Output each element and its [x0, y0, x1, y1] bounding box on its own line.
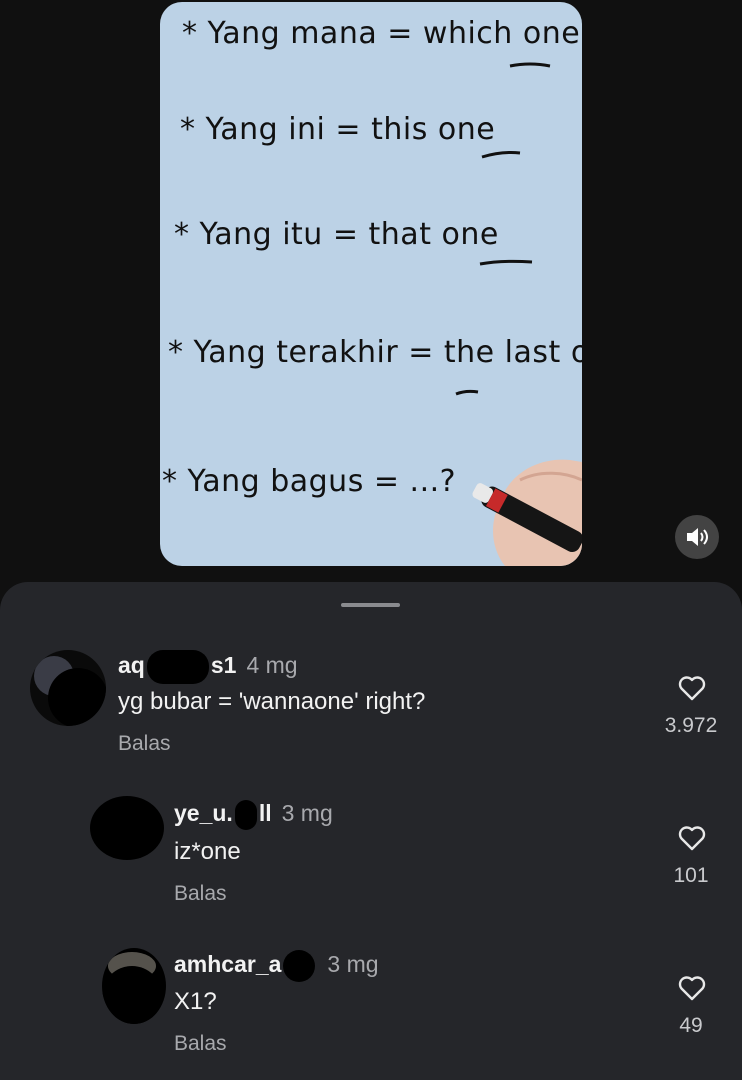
timestamp: 3 mg — [327, 951, 379, 978]
comment-text: yg bubar = 'wannaone' right? — [118, 688, 426, 715]
like-button[interactable] — [674, 820, 710, 856]
comment-item: amhcar_a 3 mg X1? Balas 49 — [0, 942, 742, 1062]
like-count: 49 — [679, 1014, 703, 1037]
video-player[interactable]: * Yang mana = which one? * Yang ini = th… — [0, 0, 742, 600]
timestamp: 3 mg — [281, 800, 333, 827]
avatar-image — [34, 656, 106, 726]
video-frame[interactable]: * Yang mana = which one? * Yang ini = th… — [160, 2, 582, 566]
reply-button[interactable]: Balas — [174, 882, 227, 906]
heart-icon — [678, 676, 706, 701]
comment-item: aq s1 4 mg yg bubar = 'wannaone' right? Ba… — [0, 642, 742, 762]
comment-text: iz*one — [174, 838, 241, 865]
username[interactable]: amhcar_a 3 mg — [174, 950, 379, 982]
avatar[interactable] — [102, 948, 166, 1024]
avatar-image — [102, 952, 162, 1024]
redaction-mark — [146, 650, 209, 684]
like-button[interactable] — [674, 970, 710, 1006]
drag-handle[interactable] — [341, 603, 400, 607]
username[interactable]: ye_u. ll 3 mg — [174, 800, 333, 830]
comment-text: X1? — [174, 988, 217, 1015]
comment-item: ye_u. ll 3 mg iz*one Balas 101 — [0, 792, 742, 912]
volume-button[interactable] — [675, 515, 719, 559]
comments-sheet: aq s1 4 mg yg bubar = 'wannaone' right? Ba… — [0, 582, 742, 1080]
speaker-icon — [687, 528, 708, 546]
reply-button[interactable]: Balas — [118, 732, 171, 756]
redaction-mark — [283, 950, 316, 982]
heart-icon — [678, 826, 706, 851]
username[interactable]: aq s1 4 mg — [118, 650, 298, 684]
lesson-line-5: * Yang bagus = ...? — [162, 464, 457, 499]
like-button[interactable] — [674, 670, 710, 706]
lesson-line-4: * Yang terakhir = the last one — [168, 335, 582, 370]
avatar[interactable] — [30, 650, 106, 726]
reply-button[interactable]: Balas — [174, 1032, 227, 1056]
avatar[interactable] — [90, 796, 164, 860]
lesson-line-2: * Yang ini = this one — [180, 112, 496, 147]
like-count: 101 — [673, 864, 709, 887]
timestamp: 4 mg — [246, 652, 298, 679]
heart-icon — [678, 976, 706, 1001]
like-count: 3.972 — [664, 714, 718, 737]
lesson-line-3: * Yang itu = that one — [174, 217, 499, 252]
lesson-line-1: * Yang mana = which one? — [182, 16, 582, 51]
redaction-mark — [234, 800, 257, 830]
